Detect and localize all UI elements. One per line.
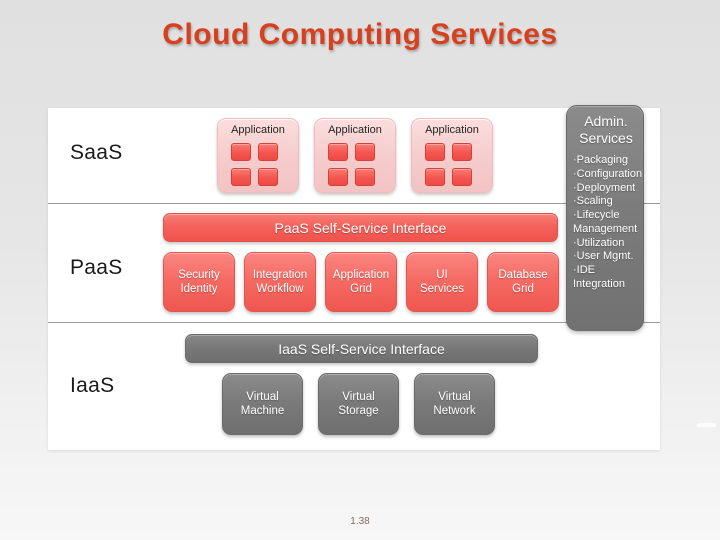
paas-self-service-interface-bar[interactable]: PaaS Self-Service Interface [163,213,558,242]
layer-label-paas: PaaS [70,256,123,279]
application-card-title: Application [231,124,285,136]
paas-tile-application-grid[interactable]: Application Grid [325,252,397,312]
paas-tile-integration-workflow[interactable]: Integration Workflow [244,252,316,312]
application-module-square [328,168,348,186]
paas-tile-ui-services[interactable]: UI Services [406,252,478,312]
application-module-square [355,168,375,186]
application-module-grid [425,143,481,186]
admin-services-item: ·Packaging [573,154,629,167]
admin-services-title: Admin. Services [579,113,633,146]
application-card-title: Application [328,124,382,136]
iaas-tile-label: Virtual Storage [338,390,379,417]
saas-application-card-3[interactable]: Application [411,118,493,193]
page-number: 1.38 [350,516,370,527]
paas-tile-label: Application Grid [332,268,390,295]
iaas-tile-label: Virtual Machine [240,390,285,417]
iaas-tile-virtual-machine[interactable]: Virtual Machine [222,373,303,435]
application-module-square [452,143,472,161]
admin-services-item: ·Scaling [573,195,613,208]
paas-tile-label: Security Identity [178,268,220,295]
paas-tile-label: UI Services [419,268,465,295]
iaas-tile-virtual-network[interactable]: Virtual Network [414,373,495,435]
paas-tile-label: Integration Workflow [252,268,308,295]
iaas-self-service-interface-bar[interactable]: IaaS Self-Service Interface [185,334,538,363]
admin-services-item: ·User Mgmt. [573,250,634,263]
admin-services-item: ·IDE [573,264,595,277]
slide-canvas: Cloud Computing Services SaaS Applicatio… [0,0,720,540]
application-module-grid [328,143,384,186]
admin-services-list: ·Packaging ·Configuration ·Deployment ·S… [573,154,643,292]
admin-services-item: ·Lifecycle [573,209,620,222]
iaas-tile-virtual-storage[interactable]: Virtual Storage [318,373,399,435]
paas-tile-database-grid[interactable]: Database Grid [487,252,559,312]
slide-edge-artifact [697,423,716,427]
paas-tile-security-identity[interactable]: Security Identity [163,252,235,312]
paas-tile-label: Database Grid [498,268,548,295]
admin-services-panel[interactable]: Admin. Services ·Packaging ·Configuration… [566,105,644,331]
application-module-square [258,168,278,186]
application-module-square [231,143,251,161]
application-module-square [425,168,445,186]
application-module-square [355,143,375,161]
application-module-grid [231,143,287,186]
application-module-square [231,168,251,186]
application-module-square [328,143,348,161]
saas-application-card-1[interactable]: Application [217,118,299,193]
admin-services-item: ·Utilization [573,236,625,249]
admin-services-item: ·Deployment [573,181,636,194]
layer-label-iaas: IaaS [70,374,115,397]
application-card-title: Application [425,124,479,136]
admin-services-item: Management [573,222,638,235]
layer-label-saas: SaaS [70,141,123,164]
iaas-tile-label: Virtual Network [433,390,476,417]
application-module-square [258,143,278,161]
saas-application-card-2[interactable]: Application [314,118,396,193]
page-title: Cloud Computing Services [162,18,558,51]
application-module-square [452,168,472,186]
application-module-square [425,143,445,161]
admin-services-item: ·Configuration [573,167,643,180]
admin-services-item: Integration [573,277,625,290]
